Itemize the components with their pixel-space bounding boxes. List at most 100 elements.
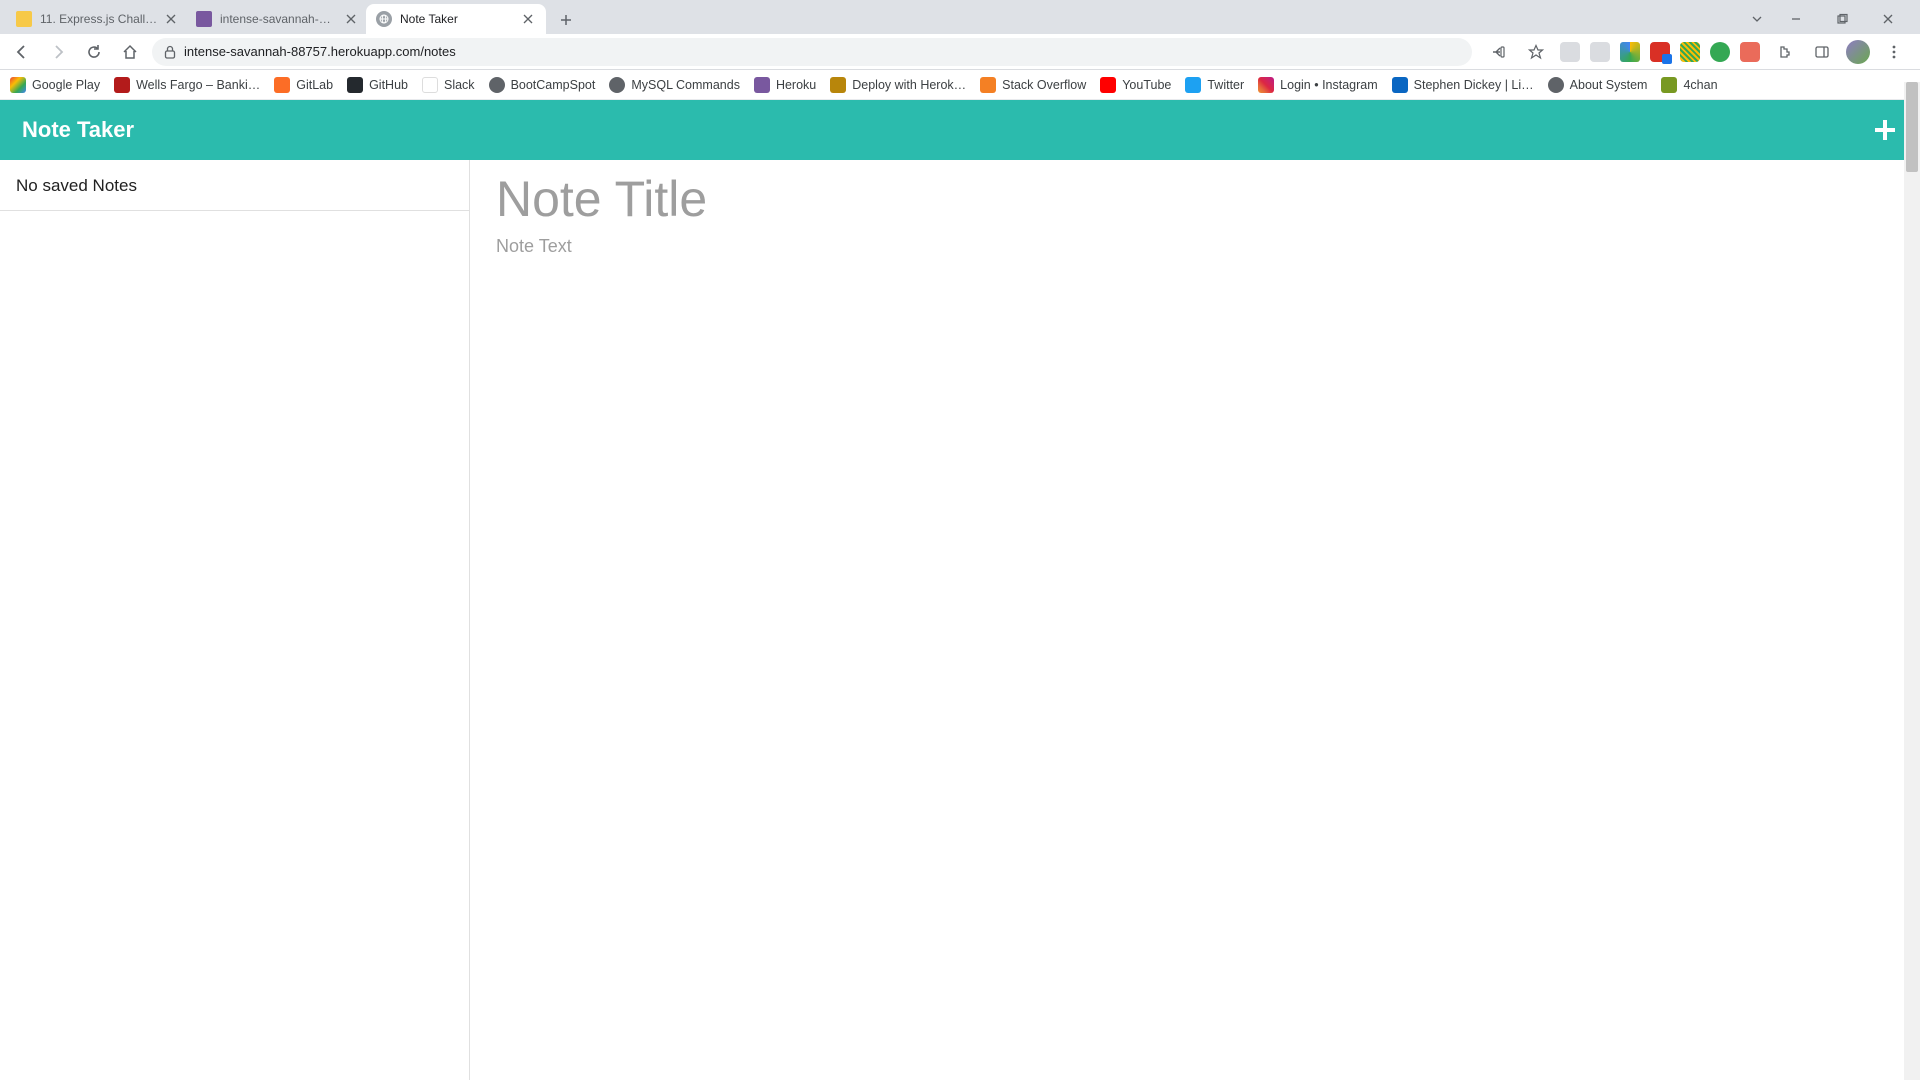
- home-button[interactable]: [116, 38, 144, 66]
- bookmark-label: BootCampSpot: [511, 78, 596, 92]
- favicon-icon: [16, 11, 32, 27]
- profile-avatar[interactable]: [1846, 40, 1870, 64]
- bookmark-favicon-icon: [489, 77, 505, 93]
- extension-icon[interactable]: [1680, 42, 1700, 62]
- new-note-button[interactable]: [1872, 117, 1898, 143]
- drive-icon[interactable]: [1620, 42, 1640, 62]
- note-editor: [470, 160, 1920, 1080]
- bookmark-item[interactable]: 4chan: [1661, 77, 1717, 93]
- globe-icon: [376, 11, 392, 27]
- bookmark-item[interactable]: Wells Fargo – Banki…: [114, 77, 260, 93]
- favicon-icon: [196, 11, 212, 27]
- bookmark-label: Wells Fargo – Banki…: [136, 78, 260, 92]
- note-title-input[interactable]: [496, 164, 1894, 228]
- address-bar: intense-savannah-88757.herokuapp.com/not…: [0, 34, 1920, 70]
- bookmark-label: Slack: [444, 78, 475, 92]
- bookmark-item[interactable]: Heroku: [754, 77, 816, 93]
- bookmark-item[interactable]: BootCampSpot: [489, 77, 596, 93]
- bookmark-favicon-icon: [754, 77, 770, 93]
- bookmark-favicon-icon: [1392, 77, 1408, 93]
- bookmark-favicon-icon: [1661, 77, 1677, 93]
- bookmark-favicon-icon: [274, 77, 290, 93]
- bookmark-label: YouTube: [1122, 78, 1171, 92]
- browser-tab[interactable]: 11. Express.js Challenge: Note Ta: [6, 4, 186, 34]
- bookmark-item[interactable]: Google Play: [10, 77, 100, 93]
- back-button[interactable]: [8, 38, 36, 66]
- bookmark-favicon-icon: [114, 77, 130, 93]
- chevron-down-icon[interactable]: [1742, 4, 1772, 34]
- notes-sidebar: No saved Notes: [0, 160, 470, 1080]
- bookmark-label: Twitter: [1207, 78, 1244, 92]
- bookmark-label: Heroku: [776, 78, 816, 92]
- bookmarks-bar: Google Play Wells Fargo – Banki… GitLab …: [0, 70, 1920, 100]
- bookmark-label: 4chan: [1683, 78, 1717, 92]
- bookmark-favicon-icon: [347, 77, 363, 93]
- side-panel-icon[interactable]: [1808, 38, 1836, 66]
- extension-icon[interactable]: [1710, 42, 1730, 62]
- app-header: Note Taker: [0, 100, 1920, 160]
- extension-icon[interactable]: [1650, 42, 1670, 62]
- close-icon[interactable]: [345, 11, 356, 27]
- reload-button[interactable]: [80, 38, 108, 66]
- app-body: No saved Notes: [0, 160, 1920, 1080]
- browser-tab[interactable]: Note Taker: [366, 4, 546, 34]
- lock-icon: [164, 45, 176, 59]
- extension-icon[interactable]: [1560, 42, 1580, 62]
- bookmark-label: GitLab: [296, 78, 333, 92]
- bookmark-label: Login • Instagram: [1280, 78, 1378, 92]
- close-icon[interactable]: [520, 11, 536, 27]
- tab-strip: 11. Express.js Challenge: Note Ta intens…: [0, 0, 1920, 34]
- bookmark-label: MySQL Commands: [631, 78, 740, 92]
- extension-icon[interactable]: [1740, 42, 1760, 62]
- bookmark-favicon-icon: [830, 77, 846, 93]
- bookmark-item[interactable]: Login • Instagram: [1258, 77, 1378, 93]
- bookmark-item[interactable]: YouTube: [1100, 77, 1171, 93]
- bookmark-favicon-icon: [1258, 77, 1274, 93]
- note-body-input[interactable]: [496, 228, 1894, 984]
- note-taker-app: Note Taker No saved Notes: [0, 100, 1920, 1080]
- bookmark-item[interactable]: Deploy with Herok…: [830, 77, 966, 93]
- bookmark-favicon-icon: [609, 77, 625, 93]
- sidebar-empty-state: No saved Notes: [0, 160, 469, 211]
- new-tab-button[interactable]: [552, 6, 580, 34]
- bookmark-item[interactable]: GitLab: [274, 77, 333, 93]
- forward-button[interactable]: [44, 38, 72, 66]
- bookmark-favicon-icon: [1100, 77, 1116, 93]
- bookmark-label: Deploy with Herok…: [852, 78, 966, 92]
- tab-title: 11. Express.js Challenge: Note Ta: [40, 12, 158, 26]
- url-field[interactable]: intense-savannah-88757.herokuapp.com/not…: [152, 38, 1472, 66]
- bookmark-favicon-icon: [980, 77, 996, 93]
- star-icon[interactable]: [1522, 38, 1550, 66]
- bookmark-item[interactable]: MySQL Commands: [609, 77, 740, 93]
- extension-icon[interactable]: [1590, 42, 1610, 62]
- bookmark-favicon-icon: [422, 77, 438, 93]
- minimize-button[interactable]: [1774, 4, 1818, 34]
- scrollbar-thumb[interactable]: [1906, 82, 1918, 172]
- bookmark-item[interactable]: Twitter: [1185, 77, 1244, 93]
- share-icon[interactable]: [1484, 38, 1512, 66]
- vertical-scrollbar[interactable]: [1904, 82, 1920, 1080]
- bookmark-label: GitHub: [369, 78, 408, 92]
- close-icon[interactable]: [166, 11, 176, 27]
- bookmark-label: Google Play: [32, 78, 100, 92]
- kebab-menu-icon[interactable]: [1880, 38, 1908, 66]
- bookmark-item[interactable]: Stephen Dickey | Li…: [1392, 77, 1534, 93]
- bookmark-item[interactable]: Stack Overflow: [980, 77, 1086, 93]
- browser-tab[interactable]: intense-savannah-88757 | Herok: [186, 4, 366, 34]
- address-bar-actions: [1480, 38, 1912, 66]
- bookmark-label: Stack Overflow: [1002, 78, 1086, 92]
- bookmark-item[interactable]: GitHub: [347, 77, 408, 93]
- bookmark-item[interactable]: Slack: [422, 77, 475, 93]
- tab-title: Note Taker: [400, 12, 512, 26]
- close-window-button[interactable]: [1866, 4, 1910, 34]
- extensions-icon[interactable]: [1770, 38, 1798, 66]
- maximize-button[interactable]: [1820, 4, 1864, 34]
- bookmark-favicon-icon: [1548, 77, 1564, 93]
- url-text: intense-savannah-88757.herokuapp.com/not…: [184, 44, 1460, 59]
- app-brand: Note Taker: [22, 117, 134, 143]
- browser-chrome: 11. Express.js Challenge: Note Ta intens…: [0, 0, 1920, 100]
- window-controls: [1742, 4, 1914, 34]
- bookmark-label: About System: [1570, 78, 1648, 92]
- bookmark-label: Stephen Dickey | Li…: [1414, 78, 1534, 92]
- bookmark-item[interactable]: About System: [1548, 77, 1648, 93]
